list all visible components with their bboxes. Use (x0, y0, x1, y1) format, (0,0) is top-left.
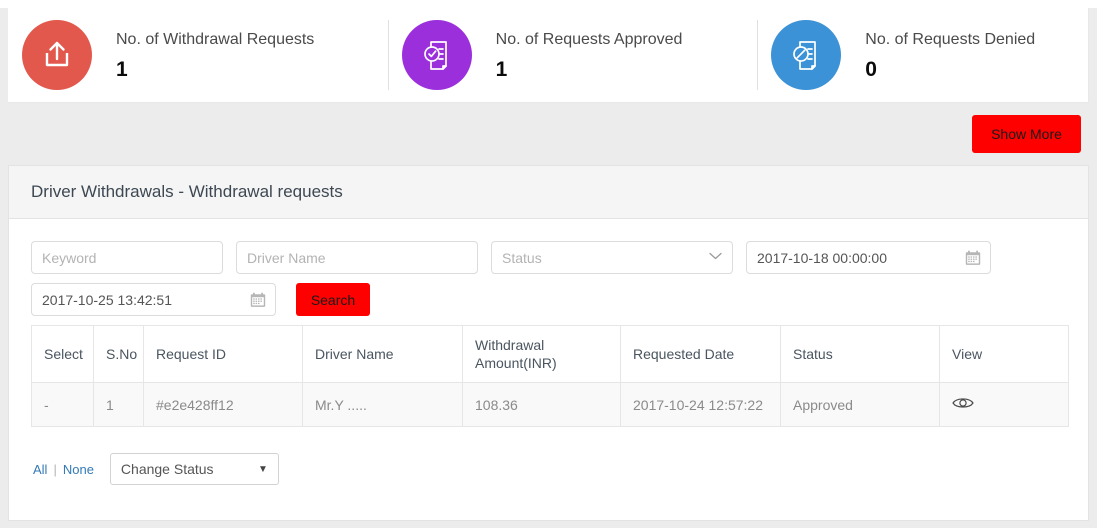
cell-withdrawal-amount: 108.36 (462, 382, 621, 427)
show-more-button[interactable]: Show More (972, 115, 1081, 153)
column-header-driver-name: Driver Name (302, 325, 463, 383)
withdrawals-panel: Driver Withdrawals - Withdrawal requests… (8, 165, 1089, 521)
table-header-row: Select S.No Request ID Driver Name Withd… (31, 325, 1069, 383)
page-title: Driver Withdrawals - Withdrawal requests (31, 182, 343, 201)
date-to-input[interactable]: 2017-10-25 13:42:51 (31, 283, 276, 316)
chevron-down-icon (709, 252, 722, 263)
stat-card-requests-denied: No. of Requests Denied 0 (757, 8, 1088, 102)
eye-icon[interactable] (952, 396, 974, 413)
panel-header: Driver Withdrawals - Withdrawal requests (9, 166, 1088, 219)
stat-value: 1 (116, 57, 128, 81)
caret-down-icon: ▼ (258, 463, 268, 475)
date-to-value: 2017-10-25 13:42:51 (42, 291, 172, 308)
stat-label: No. of Withdrawal Requests (116, 30, 315, 48)
document-denied-icon (771, 20, 842, 90)
calendar-icon[interactable] (965, 250, 981, 266)
column-header-view: View (939, 325, 1069, 383)
stat-card-requests-approved: No. of Requests Approved 1 (387, 8, 758, 102)
status-select-label: Status (502, 249, 542, 266)
stats-strip: No. of Withdrawal Requests 1 No. of Requ… (8, 8, 1089, 103)
table-body: - 1 #e2e428ff12 Mr.Y ..... 108.36 2017-1… (31, 382, 1069, 427)
filter-row-2: 2017-10-25 13:42:51 Search (31, 283, 1066, 316)
withdrawal-requests-table: Select S.No Request ID Driver Name Withd… (31, 325, 1069, 427)
link-separator: | (53, 461, 57, 477)
page-root: No. of Withdrawal Requests 1 No. of Requ… (0, 8, 1105, 528)
document-approved-icon (401, 20, 472, 90)
column-header-request-id: Request ID (143, 325, 303, 383)
status-badge: Approved (780, 382, 940, 427)
cell-sno: 1 (93, 382, 144, 427)
stat-value: 0 (865, 57, 877, 81)
cell-request-id: #e2e428ff12 (143, 382, 303, 427)
stat-value: 1 (495, 57, 508, 81)
column-header-select: Select (31, 325, 94, 383)
change-status-select[interactable]: Change Status ▼ (109, 453, 279, 485)
status-select[interactable]: Status (491, 241, 733, 274)
column-header-requested-date: Requested Date (620, 325, 781, 383)
bulk-actions: All | None Change Status ▼ (31, 427, 1066, 485)
panel-body: Keyword Driver Name Status 2017-10-18 00… (9, 219, 1088, 485)
stat-text: No. of Withdrawal Requests 1 (116, 30, 314, 81)
date-from-value: 2017-10-18 00:00:00 (757, 249, 887, 266)
calendar-icon[interactable] (250, 292, 266, 308)
cell-view (939, 382, 1069, 427)
select-none-link[interactable]: None (63, 462, 94, 477)
stat-label: No. of Requests Denied (865, 30, 1036, 48)
column-header-withdrawal-amount: Withdrawal Amount(INR) (462, 325, 621, 383)
keyword-input[interactable]: Keyword (31, 241, 223, 274)
upload-icon (22, 20, 92, 90)
stat-text: No. of Requests Approved 1 (496, 30, 683, 81)
date-from-input[interactable]: 2017-10-18 00:00:00 (746, 241, 991, 274)
stat-card-withdrawal-requests: No. of Withdrawal Requests 1 (8, 8, 388, 102)
table-row: - 1 #e2e428ff12 Mr.Y ..... 108.36 2017-1… (31, 382, 1069, 427)
keyword-placeholder: Keyword (42, 249, 97, 266)
cell-requested-date: 2017-10-24 12:57:22 (620, 382, 781, 427)
driver-name-input[interactable]: Driver Name (236, 241, 478, 274)
cell-driver-name: Mr.Y ..... (302, 382, 463, 427)
change-status-label: Change Status (120, 461, 214, 477)
show-more-row: Show More (0, 103, 1097, 165)
cell-select[interactable]: - (31, 382, 94, 427)
filter-row-1: Keyword Driver Name Status 2017-10-18 00… (31, 241, 1066, 274)
driver-name-placeholder: Driver Name (247, 249, 326, 266)
select-all-link[interactable]: All (33, 462, 47, 477)
stat-text: No. of Requests Denied 0 (865, 30, 1035, 81)
search-button[interactable]: Search (296, 283, 370, 316)
stat-label: No. of Requests Approved (495, 30, 683, 48)
column-header-sno: S.No (93, 325, 144, 383)
table-head: Select S.No Request ID Driver Name Withd… (31, 325, 1069, 383)
column-header-status: Status (780, 325, 940, 383)
